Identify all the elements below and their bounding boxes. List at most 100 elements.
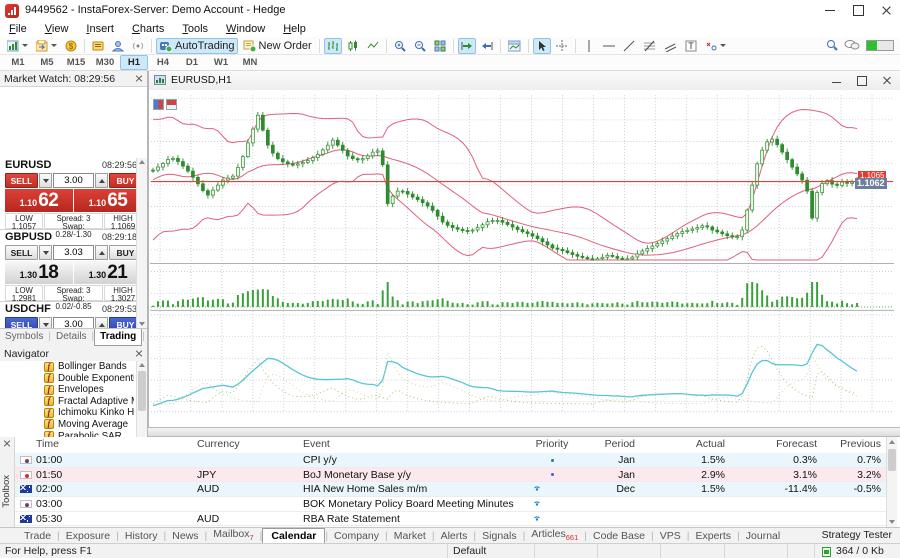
menu-charts[interactable]: Charts	[123, 22, 173, 37]
new-chart-button[interactable]	[4, 38, 31, 54]
bottom-tab-history[interactable]: History	[119, 530, 164, 542]
navigator-button[interactable]	[109, 38, 127, 54]
chart-maximize-button[interactable]	[852, 74, 872, 87]
sell-button[interactable]: SELL	[5, 245, 38, 260]
volume-decrease-button[interactable]	[39, 173, 52, 188]
chart-minimize-button[interactable]	[827, 74, 847, 87]
timeframe-w1[interactable]: W1	[207, 55, 235, 70]
volume-increase-button[interactable]	[95, 245, 108, 260]
bid-price[interactable]: 1.3018	[5, 261, 73, 284]
menu-view[interactable]: View	[36, 22, 78, 37]
cursor-tool-button[interactable]	[533, 38, 551, 54]
chart-window-titlebar[interactable]: EURUSD,H1	[149, 71, 900, 91]
volume-increase-button[interactable]	[95, 173, 108, 188]
tab-trading[interactable]: Trading	[94, 329, 142, 346]
bar-chart-mode-button[interactable]	[324, 38, 342, 54]
channel-tool-button[interactable]	[661, 38, 680, 54]
chart-close-button[interactable]	[877, 74, 897, 87]
volume-decrease-button[interactable]	[39, 245, 52, 260]
bottom-tab-company[interactable]: Company	[328, 530, 385, 542]
navigator-item-ichimoku-kinko-hyo[interactable]: fIchimoku Kinko Hyo	[0, 407, 147, 419]
bottom-tab-experts[interactable]: Experts	[689, 530, 737, 542]
navigator-item-envelopes[interactable]: fEnvelopes	[0, 384, 147, 396]
volume-input[interactable]: 3.00	[53, 173, 94, 188]
data-window-button[interactable]	[89, 38, 107, 54]
minimize-button[interactable]	[816, 0, 844, 20]
crosshair-tool-button[interactable]	[553, 38, 571, 54]
timeframe-h4[interactable]: H4	[149, 55, 177, 70]
text-tool-button[interactable]: T	[682, 38, 700, 54]
close-icon[interactable]	[134, 74, 144, 84]
ask-price[interactable]: 1.3021	[74, 261, 142, 284]
auto-scroll-button[interactable]	[458, 38, 476, 54]
fibonacci-tool-button[interactable]	[640, 38, 659, 54]
market-watch-symbol-gbpusd[interactable]: GBPUSD08:29:18SELL3.03BUY1.30181.3021LOW…	[0, 230, 147, 302]
bottom-tab-code-base[interactable]: Code Base	[587, 530, 651, 542]
menu-file[interactable]: File	[0, 22, 36, 37]
sell-button[interactable]: SELL	[5, 317, 38, 328]
timeframe-h1[interactable]: H1	[120, 55, 148, 70]
chat-icon[interactable]	[844, 39, 860, 51]
bottom-tab-signals[interactable]: Signals	[476, 530, 522, 542]
maximize-button[interactable]	[844, 0, 872, 20]
calendar-row[interactable]: 01:00CPI y/yJan1.5%0.3%0.7%	[15, 453, 886, 468]
volume-input[interactable]: 3.03	[53, 245, 94, 260]
line-chart-mode-button[interactable]	[364, 38, 382, 54]
one-click-expand-icon[interactable]	[166, 99, 177, 110]
tile-windows-button[interactable]	[431, 38, 449, 54]
close-icon[interactable]	[134, 349, 144, 359]
menu-help[interactable]: Help	[274, 22, 315, 37]
timeframe-m30[interactable]: M30	[91, 55, 119, 70]
zoom-in-button[interactable]	[391, 38, 409, 54]
bottom-tab-exposure[interactable]: Exposure	[60, 530, 116, 542]
tab-ticks[interactable]: Ticks	[145, 329, 147, 346]
bottom-tab-calendar[interactable]: Calendar	[262, 528, 325, 543]
market-watch-symbol-eurusd[interactable]: EURUSD08:29:56SELL3.00BUY1.10621.1065LOW…	[0, 158, 147, 230]
bottom-tab-mailbox[interactable]: Mailbox7	[207, 528, 259, 542]
volume-decrease-button[interactable]	[39, 317, 52, 328]
timeframe-m15[interactable]: M15	[62, 55, 90, 70]
horizontal-line-tool-button[interactable]	[600, 38, 618, 54]
search-icon[interactable]	[826, 39, 838, 51]
close-icon[interactable]	[2, 439, 12, 449]
menu-insert[interactable]: Insert	[77, 22, 123, 37]
menu-window[interactable]: Window	[217, 22, 274, 37]
volume-input[interactable]: 3.00	[53, 317, 94, 328]
sell-button[interactable]: SELL	[5, 173, 38, 188]
calendar-row[interactable]: 01:50JPYBoJ Monetary Base y/yJan2.9%3.1%…	[15, 468, 886, 483]
trendline-tool-button[interactable]	[620, 38, 638, 54]
indicators-button[interactable]	[505, 38, 524, 54]
timeframe-mn[interactable]: MN	[236, 55, 264, 70]
bottom-tab-market[interactable]: Market	[388, 530, 432, 542]
new-order-button[interactable]: New Order	[240, 38, 315, 54]
profiles-button[interactable]	[33, 38, 60, 54]
chart-plot-area[interactable]: 1.1065 1.1062	[149, 90, 900, 427]
navigator-item-moving-average[interactable]: fMoving Average	[0, 419, 147, 431]
menu-tools[interactable]: Tools	[173, 22, 217, 37]
navigator-item-bollinger-bands[interactable]: fBollinger Bands	[0, 361, 147, 373]
calendar-row[interactable]: 02:00AUDHIA New Home Sales m/mDec1.5%-11…	[15, 482, 886, 497]
market-watch-symbol-usdchf[interactable]: USDCHF08:29:53SELL3.00BUYLOWHIGH	[0, 302, 147, 328]
ask-price[interactable]: 1.1065	[74, 189, 142, 212]
market-watch-button[interactable]: $	[62, 38, 80, 54]
bottom-tab-alerts[interactable]: Alerts	[435, 530, 474, 542]
navigator-item-double-exponential[interactable]: fDouble Exponential	[0, 373, 147, 385]
candlestick-mode-button[interactable]	[344, 38, 362, 54]
timeframe-m1[interactable]: M1	[4, 55, 32, 70]
bottom-tab-trade[interactable]: Trade	[18, 530, 57, 542]
signals-service-button[interactable]	[129, 38, 147, 54]
timeframe-d1[interactable]: D1	[178, 55, 206, 70]
tab-symbols[interactable]: Symbols	[0, 329, 48, 346]
market-watch-scrollbar[interactable]	[136, 158, 147, 328]
bid-price[interactable]: 1.1062	[5, 189, 73, 212]
tab-details[interactable]: Details	[51, 329, 92, 346]
chart-shift-button[interactable]	[478, 38, 496, 54]
calendar-row[interactable]: 03:00BOK Monetary Policy Board Meeting M…	[15, 497, 886, 512]
autotrading-button[interactable]: AutoTrading	[156, 38, 238, 54]
bottom-tab-news[interactable]: News	[166, 530, 204, 542]
vertical-line-tool-button[interactable]	[580, 38, 598, 54]
bottom-tab-journal[interactable]: Journal	[740, 530, 786, 542]
one-click-trading-icon[interactable]	[153, 99, 164, 110]
calendar-scrollbar[interactable]	[886, 437, 897, 527]
zoom-out-button[interactable]	[411, 38, 429, 54]
